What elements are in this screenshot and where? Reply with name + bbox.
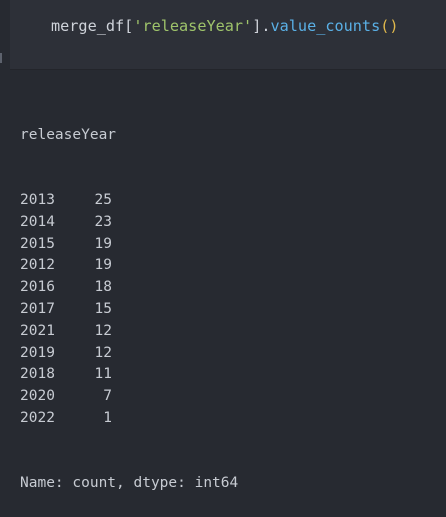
code-token-dot: . <box>261 17 271 35</box>
output-row-year: 2014 <box>20 213 55 230</box>
output-row-count: 19 <box>94 235 112 252</box>
code-token-method: value_counts <box>270 17 381 35</box>
output-row-year: 2016 <box>20 279 55 296</box>
output-row: 2014 23 <box>20 212 440 234</box>
output-row: 2012 19 <box>20 255 440 277</box>
output-row-count: 18 <box>94 279 112 296</box>
output-row-year: 2017 <box>20 300 55 317</box>
output-row: 2013 25 <box>20 190 440 212</box>
code-token-parens: () <box>380 17 399 35</box>
output-rows: 2013 25 2014 23 2015 19 2012 19 2016 18 2017 15 2021… <box>20 190 440 430</box>
output-row-year: 2020 <box>20 388 55 405</box>
cell-output: releaseYear 2013 25 2014 23 2015 19 2012 19 2016… <box>20 81 440 517</box>
output-row-count: 25 <box>94 191 112 208</box>
output-row: 2018 11 <box>20 364 440 386</box>
output-row-count: 11 <box>94 366 112 383</box>
code-token-open-bracket: [ <box>124 17 134 35</box>
output-row-count: 12 <box>94 322 112 339</box>
output-row-count: 23 <box>94 213 112 230</box>
output-row-count: 7 <box>103 388 112 405</box>
output-row-year: 2018 <box>20 366 55 383</box>
code-cell[interactable]: merge_df['releaseYear'].value_counts() <box>10 0 446 70</box>
output-row: 2021 12 <box>20 321 440 343</box>
output-index-name: releaseYear <box>20 126 117 143</box>
code-line[interactable]: merge_df['releaseYear'].value_counts() <box>51 16 399 36</box>
output-footer: Name: count, dtype: int64 <box>20 475 239 492</box>
code-token-string: 'releaseYear' <box>133 17 253 35</box>
code-token-variable: merge_df <box>51 17 125 35</box>
output-row-year: 2019 <box>20 344 55 361</box>
output-row-year: 2013 <box>20 191 55 208</box>
output-row: 2017 15 <box>20 299 440 321</box>
output-row-count: 15 <box>94 300 112 317</box>
output-row-count: 19 <box>94 257 112 274</box>
output-row: 2015 19 <box>20 234 440 256</box>
output-row: 2019 12 <box>20 343 440 365</box>
output-row-year: 2012 <box>20 257 55 274</box>
cell-collapse-marker <box>0 53 2 63</box>
output-row-year: 2022 <box>20 409 55 426</box>
code-token-close-bracket: ] <box>252 17 262 35</box>
output-row-year: 2015 <box>20 235 55 252</box>
output-row-year: 2021 <box>20 322 55 339</box>
output-row-count: 12 <box>94 344 112 361</box>
output-row: 2016 18 <box>20 277 440 299</box>
output-row-count: 1 <box>103 409 112 426</box>
output-row: 2020 7 <box>20 386 440 408</box>
output-row: 2022 1 <box>20 408 440 430</box>
